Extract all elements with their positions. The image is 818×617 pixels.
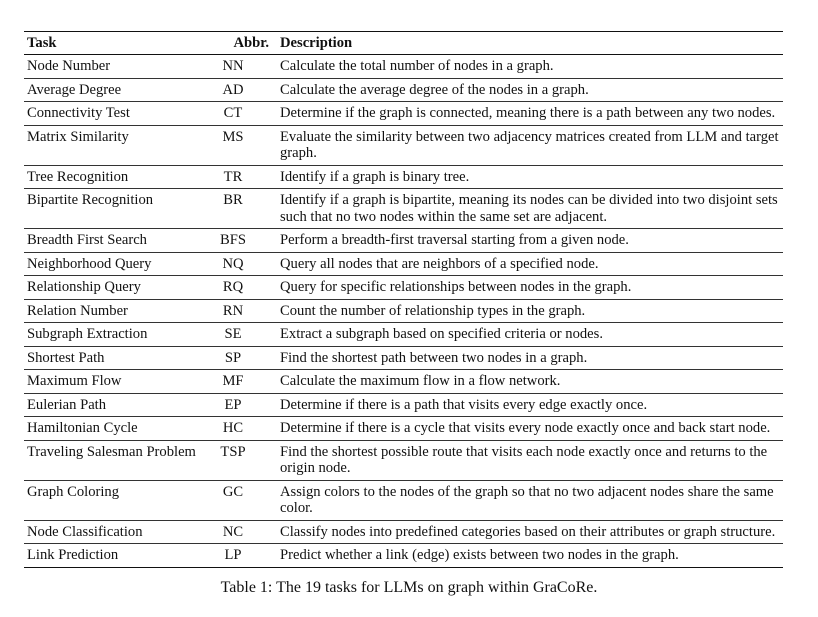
table-row: Traveling Salesman Problem TSP Find the sh… bbox=[24, 440, 783, 481]
cell-abbr: NN bbox=[222, 58, 244, 75]
cell-task: Breadth First Search bbox=[27, 232, 147, 249]
tasks-table: Task Abbr. Description Node Number NN Calc… bbox=[24, 31, 783, 568]
cell-abbr: NQ bbox=[222, 255, 244, 272]
cell-task: Average Degree bbox=[27, 81, 122, 98]
cell-abbr: LP bbox=[224, 547, 242, 563]
cell-abbr: RQ bbox=[222, 279, 244, 296]
table-row: Node Classification NC Classify nodes into… bbox=[24, 520, 783, 544]
table-row: Maximum Flow MF Calculate the maximum flow… bbox=[24, 370, 783, 394]
cell-task: Relationship Query bbox=[27, 279, 141, 296]
cell-abbr: BR bbox=[223, 192, 243, 209]
cell-task: Link Prediction bbox=[27, 547, 119, 563]
table-row: Node Number NN Calculate the total number … bbox=[24, 55, 783, 79]
table-row: Breadth First Search BFS Perform a breadth… bbox=[24, 229, 783, 253]
cell-description: Determine if the graph is connected, mea… bbox=[280, 105, 776, 122]
table-body: Node Number NN Calculate the total number … bbox=[24, 55, 783, 568]
cell-description: Calculate the average degree of the node… bbox=[280, 81, 589, 98]
cell-abbr: BFS bbox=[220, 232, 246, 249]
cell-abbr: MS bbox=[222, 128, 244, 145]
cell-description: Find the shortest path between two nodes… bbox=[280, 349, 588, 366]
cell-task: Subgraph Extraction bbox=[27, 326, 148, 343]
cell-description: Find the shortest possible route that vi… bbox=[280, 443, 768, 477]
table-row: Subgraph Extraction SE Extract a subgraph … bbox=[24, 323, 783, 347]
cell-task: Node Number bbox=[27, 58, 111, 75]
cell-abbr: TR bbox=[223, 168, 243, 185]
header-row: Task Abbr. Description bbox=[24, 31, 783, 55]
cell-abbr: NC bbox=[222, 523, 244, 540]
table-row: Hamiltonian Cycle HC Determine if there is… bbox=[24, 417, 783, 441]
table-row: Graph Coloring GC Assign colors to the nod… bbox=[24, 480, 783, 521]
cell-abbr: TSP bbox=[220, 443, 246, 460]
header-abbr: Abbr. bbox=[233, 34, 269, 51]
cell-description: Evaluate the similarity between two adja… bbox=[280, 128, 779, 162]
cell-task: Traveling Salesman Problem bbox=[27, 443, 196, 460]
table-header: Task Abbr. Description bbox=[24, 31, 783, 55]
cell-task: Hamiltonian Cycle bbox=[27, 420, 138, 437]
cell-task: Tree Recognition bbox=[27, 168, 129, 185]
table-row: Shortest Path SP Find the shortest path be… bbox=[24, 346, 783, 370]
cell-description: Identify if a graph is bipartite, meanin… bbox=[280, 192, 778, 225]
cell-task: Connectivity Test bbox=[27, 105, 130, 122]
cell-abbr: RN bbox=[222, 302, 244, 319]
cell-abbr: HC bbox=[222, 420, 244, 437]
cell-task: Neighborhood Query bbox=[27, 255, 152, 272]
table-row: Eulerian Path EP Determine if there is a p… bbox=[24, 393, 783, 417]
header-description: Description bbox=[280, 34, 353, 51]
table-row: Neighborhood Query NQ Query all nodes that… bbox=[24, 252, 783, 276]
cell-task: Node Classification bbox=[27, 523, 143, 540]
cell-abbr: SP bbox=[224, 349, 242, 366]
cell-abbr: GC bbox=[222, 483, 244, 500]
table-row: Matrix Similarity MS Evaluate the similari… bbox=[24, 125, 783, 166]
table-row: Tree Recognition TR Identify if a graph is… bbox=[24, 165, 783, 189]
cell-description: Predict whether a link (edge) exists bet… bbox=[280, 547, 679, 563]
cell-description: Determine if there is a path that visits… bbox=[280, 396, 648, 413]
cell-description: Count the number of relationship types i… bbox=[280, 302, 586, 319]
cell-description: Extract a subgraph based on specified cr… bbox=[280, 326, 603, 343]
cell-task: Bipartite Recognition bbox=[27, 192, 154, 209]
cell-task: Eulerian Path bbox=[27, 396, 107, 413]
cell-abbr: CT bbox=[223, 105, 243, 122]
table-row: Link Prediction LP Predict whether a link … bbox=[24, 544, 783, 568]
cell-description: Perform a breadth-first traversal starti… bbox=[280, 232, 629, 249]
cell-description: Determine if there is a cycle that visit… bbox=[280, 420, 771, 437]
table-caption: Table 1: The 19 tasks for LLMs on graph … bbox=[220, 579, 598, 596]
cell-task: Graph Coloring bbox=[27, 483, 120, 500]
cell-description: Query all nodes that are neighbors of a … bbox=[280, 255, 599, 272]
cell-task: Shortest Path bbox=[27, 349, 105, 366]
cell-task: Relation Number bbox=[27, 302, 128, 319]
table-row: Bipartite Recognition BR Identify if a gra… bbox=[24, 189, 783, 229]
table-row: Relationship Query RQ Query for specific r… bbox=[24, 276, 783, 300]
cell-description: Classify nodes into predefined categorie… bbox=[280, 523, 776, 540]
table-row: Connectivity Test CT Determine if the grap… bbox=[24, 102, 783, 126]
tasks-table-container: Task Abbr. Description Node Number NN Calc… bbox=[24, 31, 783, 568]
cell-abbr: AD bbox=[222, 81, 244, 98]
cell-description: Assign colors to the nodes of the graph … bbox=[280, 483, 774, 517]
table-row: Relation Number RN Count the number of rel… bbox=[24, 299, 783, 323]
table-row: Average Degree AD Calculate the average de… bbox=[24, 78, 783, 102]
cell-abbr: SE bbox=[224, 326, 242, 343]
cell-task: Matrix Similarity bbox=[27, 128, 129, 145]
cell-description: Calculate the total number of nodes in a… bbox=[280, 58, 554, 75]
cell-abbr: MF bbox=[222, 373, 244, 390]
cell-description: Calculate the maximum flow in a flow net… bbox=[280, 373, 561, 390]
cell-description: Query for specific relationships between… bbox=[280, 279, 632, 296]
cell-abbr: EP bbox=[224, 396, 242, 413]
cell-description: Identify if a graph is binary tree. bbox=[280, 168, 470, 185]
cell-task: Maximum Flow bbox=[27, 373, 122, 390]
header-task: Task bbox=[27, 34, 57, 51]
